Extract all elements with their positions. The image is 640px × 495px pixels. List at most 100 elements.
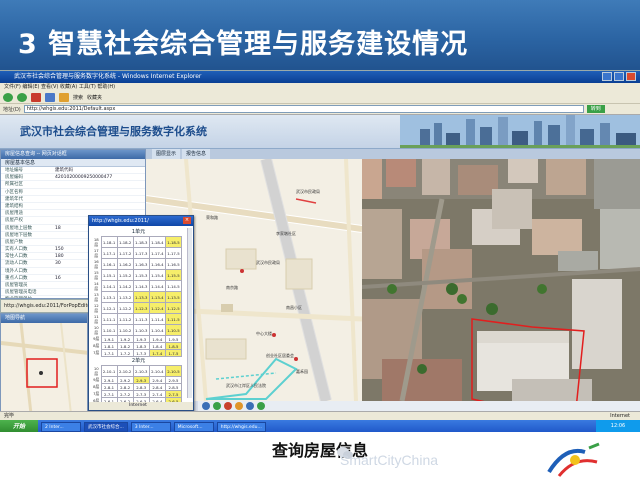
refresh-icon[interactable] bbox=[45, 93, 55, 102]
measure-icon[interactable] bbox=[235, 402, 243, 410]
room-cell[interactable]: 1-10-5 bbox=[164, 324, 183, 336]
taskbar-item[interactable]: 3 Inter... bbox=[130, 421, 171, 432]
room-cell[interactable]: 1-17-1 bbox=[100, 247, 118, 259]
room-cell[interactable]: 1-14-1 bbox=[100, 280, 118, 292]
room-cell[interactable]: 1-12-1 bbox=[100, 302, 118, 314]
room-cell[interactable]: 1-10-3 bbox=[132, 324, 150, 336]
room-cell[interactable]: 1-17-4 bbox=[148, 247, 166, 259]
popup-close-button[interactable]: × bbox=[183, 217, 191, 224]
forward-icon[interactable] bbox=[17, 93, 27, 102]
room-cell[interactable]: 1-14-4 bbox=[148, 280, 166, 292]
room-cell[interactable]: 1-16-4 bbox=[148, 258, 166, 270]
room-cell[interactable]: 1-18-2 bbox=[116, 236, 134, 248]
room-cell[interactable]: 1-9-1 bbox=[100, 335, 118, 343]
room-cell[interactable]: 1-11-2 bbox=[116, 313, 134, 325]
room-cell[interactable]: 1-11-1 bbox=[100, 313, 118, 325]
taskbar-item[interactable]: 2 Inter... bbox=[41, 421, 81, 432]
room-cell[interactable]: 1-10-2 bbox=[116, 324, 134, 336]
room-cell[interactable]: 1-16-2 bbox=[116, 258, 134, 270]
aerial-3d-view[interactable] bbox=[362, 159, 640, 401]
tab-report[interactable]: 报告信息 bbox=[182, 149, 211, 159]
room-cell[interactable]: 1-7-2 bbox=[116, 349, 134, 357]
room-cell[interactable]: 2-8-3 bbox=[132, 383, 150, 391]
address-input[interactable]: http://whgis.edu:2011/Default.aspx bbox=[23, 105, 584, 113]
room-cell[interactable]: 1-11-4 bbox=[148, 313, 166, 325]
room-cell[interactable]: 1-14-5 bbox=[164, 280, 183, 292]
room-cell[interactable]: 1-17-2 bbox=[116, 247, 134, 259]
overview-map[interactable] bbox=[1, 323, 88, 413]
room-cell[interactable]: 1-11-3 bbox=[132, 313, 150, 325]
room-cell[interactable]: 2-10-3 bbox=[132, 365, 150, 377]
home-icon[interactable] bbox=[59, 93, 69, 102]
room-cell[interactable]: 2-8-5 bbox=[164, 383, 183, 391]
room-cell[interactable]: 1-9-2 bbox=[116, 335, 134, 343]
room-cell[interactable]: 1-10-1 bbox=[100, 324, 118, 336]
room-cell[interactable]: 2-7-4 bbox=[148, 390, 166, 398]
search-button[interactable]: 搜索 bbox=[73, 94, 83, 101]
go-button[interactable]: 转到 bbox=[586, 105, 605, 113]
room-cell[interactable]: 1-13-4 bbox=[148, 291, 166, 303]
room-cell[interactable]: 2-9-3 bbox=[132, 376, 150, 384]
room-cell[interactable]: 1-8-2 bbox=[116, 342, 134, 350]
browser-menubar[interactable]: 文件(F) 编辑(E) 查看(V) 收藏(A) 工具(T) 帮助(H) bbox=[0, 83, 640, 92]
room-cell[interactable]: 1-8-1 bbox=[100, 342, 118, 350]
room-cell[interactable]: 2-10-2 bbox=[116, 365, 134, 377]
room-cell[interactable]: 1-17-5 bbox=[164, 247, 183, 259]
room-cell[interactable]: 1-15-5 bbox=[164, 269, 183, 281]
room-cell[interactable]: 2-9-2 bbox=[116, 376, 134, 384]
room-cell[interactable]: 2-7-2 bbox=[116, 390, 134, 398]
taskbar-item[interactable]: 武汉市社会综合... bbox=[84, 421, 128, 432]
minimize-icon[interactable] bbox=[602, 72, 612, 81]
room-cell[interactable]: 1-13-3 bbox=[132, 291, 150, 303]
room-cell[interactable]: 1-14-3 bbox=[132, 280, 150, 292]
room-cell[interactable]: 1-9-4 bbox=[148, 335, 166, 343]
room-cell[interactable]: 1-11-5 bbox=[164, 313, 183, 325]
room-cell[interactable]: 1-17-3 bbox=[132, 247, 150, 259]
room-cell[interactable]: 2-8-2 bbox=[116, 383, 134, 391]
room-cell[interactable]: 2-10-4 bbox=[148, 365, 166, 377]
room-cell[interactable]: 2-7-1 bbox=[100, 390, 118, 398]
room-cell[interactable]: 1-15-3 bbox=[132, 269, 150, 281]
room-cell[interactable]: 1-16-1 bbox=[100, 258, 118, 270]
room-cell[interactable]: 2-9-5 bbox=[164, 376, 183, 384]
start-button[interactable]: 开始 bbox=[0, 420, 38, 432]
popup-scrollbar[interactable] bbox=[187, 228, 192, 398]
room-cell[interactable]: 1-8-4 bbox=[148, 342, 166, 350]
query-icon[interactable] bbox=[257, 402, 265, 410]
room-cell[interactable]: 1-12-5 bbox=[164, 302, 183, 314]
room-cell[interactable]: 1-10-4 bbox=[148, 324, 166, 336]
room-cell[interactable]: 1-7-3 bbox=[132, 349, 150, 357]
room-cell[interactable]: 2-10-5 bbox=[164, 365, 183, 377]
back-icon[interactable] bbox=[3, 93, 13, 102]
room-cell[interactable]: 1-9-5 bbox=[164, 335, 183, 343]
room-cell[interactable]: 1-16-3 bbox=[132, 258, 150, 270]
pan-icon[interactable] bbox=[224, 402, 232, 410]
room-cell[interactable]: 2-9-4 bbox=[148, 376, 166, 384]
room-cell[interactable]: 1-15-2 bbox=[116, 269, 134, 281]
taskbar-item[interactable]: Microsoft... bbox=[173, 421, 214, 432]
room-cell[interactable]: 1-9-3 bbox=[132, 335, 150, 343]
room-cell[interactable]: 1-8-5 bbox=[164, 342, 183, 350]
room-cell[interactable]: 2-10-1 bbox=[100, 365, 118, 377]
room-cell[interactable]: 1-13-1 bbox=[100, 291, 118, 303]
room-cell[interactable]: 1-7-4 bbox=[148, 349, 166, 357]
room-cell[interactable]: 1-18-1 bbox=[100, 236, 118, 248]
taskbar-item[interactable]: http://whgis.edu... bbox=[216, 421, 266, 432]
zoom-out-icon[interactable] bbox=[213, 402, 221, 410]
room-cell[interactable]: 2-8-4 bbox=[148, 383, 166, 391]
room-cell[interactable]: 1-16-5 bbox=[164, 258, 183, 270]
room-cell[interactable]: 1-13-2 bbox=[116, 291, 134, 303]
room-cell[interactable]: 1-7-1 bbox=[100, 349, 118, 357]
room-cell[interactable]: 1-7-5 bbox=[164, 349, 183, 357]
room-cell[interactable]: 2-7-5 bbox=[164, 390, 183, 398]
favorites-button[interactable]: 收藏夹 bbox=[87, 94, 102, 101]
room-cell[interactable]: 1-12-3 bbox=[132, 302, 150, 314]
tab-layers[interactable]: 图层显示 bbox=[152, 149, 181, 159]
maximize-icon[interactable] bbox=[614, 72, 624, 81]
room-cell[interactable]: 2-8-1 bbox=[100, 383, 118, 391]
room-cell[interactable]: 1-15-4 bbox=[148, 269, 166, 281]
room-cell[interactable]: 1-12-4 bbox=[148, 302, 166, 314]
room-cell[interactable]: 1-8-3 bbox=[132, 342, 150, 350]
room-cell[interactable]: 1-18-4 bbox=[148, 236, 166, 248]
close-icon[interactable] bbox=[626, 72, 636, 81]
